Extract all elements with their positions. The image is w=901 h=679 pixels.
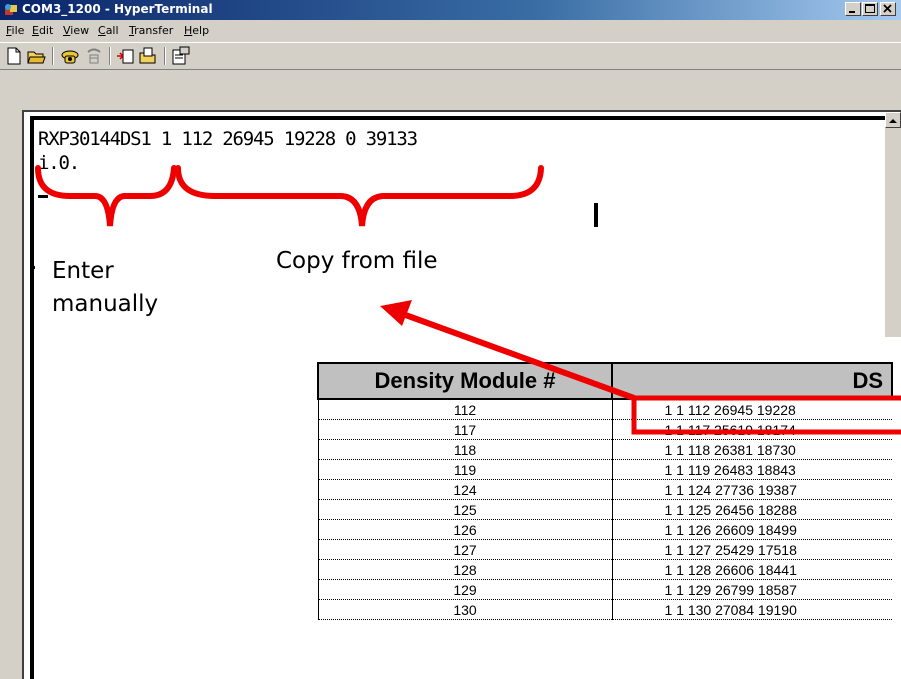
receive-icon[interactable] xyxy=(138,46,158,66)
dot-mark xyxy=(32,266,35,269)
ds-value-cell: 1 1 125 26456 18288 xyxy=(612,499,892,520)
module-number-cell: 128 xyxy=(317,559,613,580)
ds-value-cell: 1 1 127 25429 17518 xyxy=(612,539,892,560)
module-number-cell: 118 xyxy=(317,439,613,460)
arrow-up-icon xyxy=(889,119,897,123)
vertical-scrollbar[interactable] xyxy=(885,112,901,337)
toolbar xyxy=(0,42,901,70)
title-bar[interactable]: COM3_1200 - HyperTerminal xyxy=(0,0,901,20)
ibeam-cursor-icon xyxy=(594,203,598,227)
disconnect-phone-icon[interactable] xyxy=(84,46,104,66)
header-density-module: Density Module # xyxy=(317,362,613,400)
toolbar-separator xyxy=(164,47,166,65)
menu-call[interactable]: Call xyxy=(98,24,119,37)
module-number-cell: 124 xyxy=(317,479,613,500)
ds-value-cell: 1 1 119 26483 18843 xyxy=(612,459,892,480)
properties-icon[interactable] xyxy=(171,46,191,66)
table-row: 118 1 1 118 26381 18730 xyxy=(317,439,892,460)
scroll-up-button[interactable] xyxy=(885,112,901,128)
table-row: 112 1 1 112 26945 19228 xyxy=(317,399,892,420)
menu-file[interactable]: File xyxy=(6,24,24,37)
hyperterminal-window: COM3_1200 - HyperTerminal File Edit View… xyxy=(0,0,901,679)
header-ds: DS xyxy=(611,362,893,400)
table-row: 125 1 1 125 26456 18288 xyxy=(317,499,892,520)
module-number-cell: 129 xyxy=(317,579,613,600)
ds-value-cell: 1 1 117 25619 18174 xyxy=(612,419,892,440)
text-cursor xyxy=(38,195,48,198)
module-number-cell: 117 xyxy=(317,419,613,440)
ds-value-cell: 1 1 124 27736 19387 xyxy=(612,479,892,500)
minimize-button[interactable] xyxy=(845,2,861,16)
toolbar-separator xyxy=(109,47,111,65)
ds-value-cell: 1 1 118 26381 18730 xyxy=(612,439,892,460)
copy-from-file-label: Copy from file xyxy=(276,248,438,274)
open-folder-icon[interactable] xyxy=(26,46,46,66)
module-number-cell: 125 xyxy=(317,499,613,520)
table-row: 117 1 1 117 25619 18174 xyxy=(317,419,892,440)
manually-label: manually xyxy=(52,291,159,317)
ds-value-cell: 1 1 128 26606 18441 xyxy=(612,559,892,580)
close-icon xyxy=(883,4,892,13)
window-title: COM3_1200 - HyperTerminal xyxy=(22,2,213,16)
table-row: 129 1 1 129 26799 18587 xyxy=(317,579,892,600)
menu-bar: File Edit View Call Transfer Help xyxy=(0,20,901,42)
module-number-cell: 112 xyxy=(317,399,613,420)
connect-phone-icon[interactable] xyxy=(60,46,80,66)
terminal-border xyxy=(30,116,890,120)
table-row: 127 1 1 127 25429 17518 xyxy=(317,539,892,560)
send-icon[interactable] xyxy=(116,46,136,66)
hyperterminal-app-icon[interactable] xyxy=(3,2,19,18)
table-row: 119 1 1 119 26483 18843 xyxy=(317,459,892,480)
maximize-icon xyxy=(865,4,875,13)
maximize-button[interactable] xyxy=(862,2,878,16)
table-row: 124 1 1 124 27736 19387 xyxy=(317,479,892,500)
module-number-cell: 130 xyxy=(317,599,613,620)
table-row: 130 1 1 130 27084 19190 xyxy=(317,599,892,620)
density-module-table: Density Module # DS 112 1 1 112 26945 192… xyxy=(317,362,893,620)
new-document-icon[interactable] xyxy=(4,46,24,66)
terminal-line: RXP30144DS1 1 112 26945 19228 0 39133 xyxy=(38,128,418,150)
minimize-icon xyxy=(849,11,855,13)
ds-value-cell: 1 1 112 26945 19228 xyxy=(612,399,892,420)
terminal-line: i.0. xyxy=(38,152,80,174)
toolbar-separator xyxy=(52,47,54,65)
module-number-cell: 127 xyxy=(317,539,613,560)
ds-value-cell: 1 1 130 27084 19190 xyxy=(612,599,892,620)
module-number-cell: 119 xyxy=(317,459,613,480)
table-row: 128 1 1 128 26606 18441 xyxy=(317,559,892,580)
ds-value-cell: 1 1 129 26799 18587 xyxy=(612,579,892,600)
table-row: 126 1 1 126 26609 18499 xyxy=(317,519,892,540)
menu-view[interactable]: View xyxy=(63,24,89,37)
enter-label: Enter xyxy=(52,258,114,284)
terminal-border xyxy=(30,116,34,679)
menu-edit[interactable]: Edit xyxy=(32,24,53,37)
menu-transfer[interactable]: Transfer xyxy=(129,24,173,37)
close-button[interactable] xyxy=(880,2,896,16)
module-number-cell: 126 xyxy=(317,519,613,540)
menu-help[interactable]: Help xyxy=(184,24,209,37)
ds-value-cell: 1 1 126 26609 18499 xyxy=(612,519,892,540)
